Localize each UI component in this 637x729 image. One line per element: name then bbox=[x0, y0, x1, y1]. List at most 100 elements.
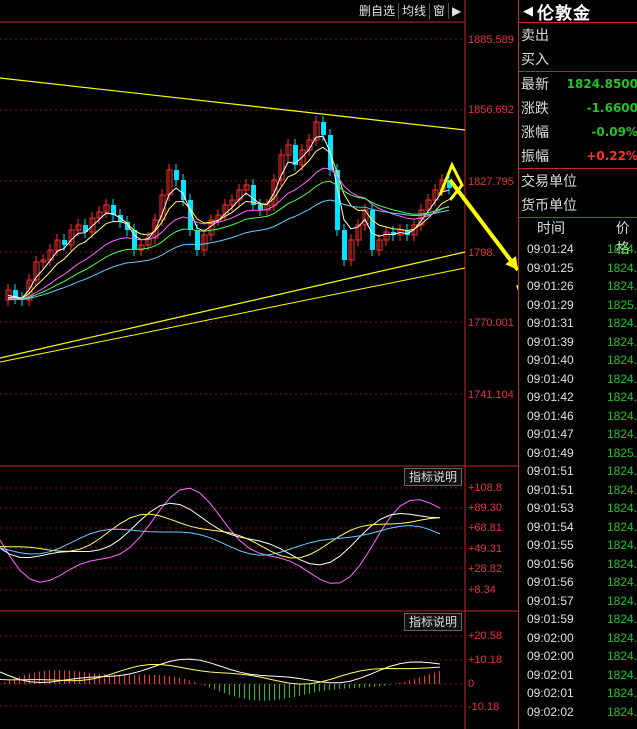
oscillator-axis-label: +89.30 bbox=[468, 502, 502, 514]
macd-bar bbox=[429, 674, 430, 684]
macd-bar bbox=[399, 682, 400, 684]
instrument-title: 伦敦金 bbox=[537, 3, 591, 24]
back-icon[interactable]: ◀ bbox=[519, 3, 537, 19]
macd-bar bbox=[74, 671, 75, 684]
currency-unit-label: 货币单位 bbox=[521, 198, 577, 214]
tick-row: 09:01:57 1824. bbox=[519, 592, 637, 611]
macd-bar bbox=[19, 676, 20, 684]
stat-label: 最新 bbox=[521, 77, 549, 93]
tick-price: 1824. bbox=[607, 686, 637, 701]
stat-label: 涨幅 bbox=[521, 125, 549, 141]
stat-value: +0.22% bbox=[586, 149, 637, 163]
macd-axis-label: 0 bbox=[468, 678, 475, 690]
tick-time: 09:01:40 bbox=[527, 371, 574, 386]
macd-bar bbox=[364, 684, 365, 688]
tick-row: 09:01:55 1824. bbox=[519, 536, 637, 555]
macd-bar bbox=[154, 674, 155, 684]
tick-row: 09:02:01 1824. bbox=[519, 666, 637, 685]
tick-time: 09:01:26 bbox=[527, 279, 574, 294]
macd-bar bbox=[179, 677, 180, 684]
macd-bar bbox=[249, 684, 250, 700]
macd-bar bbox=[379, 684, 380, 687]
macd-bar bbox=[279, 684, 280, 700]
macd-bar bbox=[204, 684, 205, 686]
tick-price: 1824. bbox=[607, 408, 637, 423]
buy-label: 买入 bbox=[521, 52, 549, 68]
stat-label: 涨跌 bbox=[521, 101, 549, 117]
macd-bar bbox=[99, 673, 100, 684]
delete-watchlist-button[interactable]: 删自选 bbox=[356, 3, 400, 19]
macd-bar bbox=[439, 671, 440, 684]
kdj-line-k bbox=[0, 502, 441, 566]
macd-bar bbox=[234, 684, 235, 697]
tick-row: 09:02:00 1824. bbox=[519, 647, 637, 666]
macd-bar bbox=[349, 684, 350, 689]
tick-time: 09:01:51 bbox=[527, 464, 574, 479]
macd-bar bbox=[319, 684, 320, 692]
tick-price: 1824. bbox=[607, 630, 637, 645]
tick-row: 09:01:29 1825. bbox=[519, 296, 637, 315]
tick-time: 09:01:56 bbox=[527, 556, 574, 571]
window-button[interactable]: 窗 bbox=[430, 3, 450, 19]
macd-bar bbox=[89, 672, 90, 684]
macd-bar bbox=[109, 674, 110, 684]
macd-bar bbox=[149, 674, 150, 684]
tick-price: 1824. bbox=[607, 556, 637, 571]
candle-body bbox=[195, 230, 200, 250]
price-axis-label: 1856.692 bbox=[468, 104, 514, 116]
candle-body bbox=[62, 240, 67, 245]
chart-toolbar: 删自选 均线 窗 ▶ bbox=[356, 2, 464, 20]
arrow-right-icon[interactable]: ▶ bbox=[449, 3, 464, 19]
macd-line-dif bbox=[0, 658, 441, 684]
quote-stats: 最新 1824.8500 涨跌 -1.6600 涨幅 -0.09% 振幅 +0.22% bbox=[519, 72, 637, 168]
tick-price: 1824. bbox=[607, 390, 637, 405]
trend-line-lower-2 bbox=[0, 267, 466, 363]
tick-row: 09:02:00 1824. bbox=[519, 629, 637, 648]
price-axis-label: 1827.795 bbox=[468, 176, 514, 188]
tick-row: 09:01:40 1824. bbox=[519, 351, 637, 370]
indicator-help-button-2[interactable]: 指标说明 bbox=[404, 613, 463, 631]
macd-bar bbox=[359, 684, 360, 688]
candle-body bbox=[174, 170, 179, 180]
tick-row: 09:01:53 1824. bbox=[519, 499, 637, 518]
macd-bar bbox=[344, 684, 345, 689]
sell-label: 卖出 bbox=[521, 28, 549, 44]
currency-unit-row: 货币单位 bbox=[519, 193, 637, 218]
macd-bar bbox=[339, 684, 340, 689]
kdj-line-j bbox=[0, 487, 441, 584]
oscillator-axis-label: +28.82 bbox=[468, 563, 502, 575]
trend-line-upper bbox=[0, 77, 466, 131]
tick-time: 09:01:25 bbox=[527, 260, 574, 275]
sell-row: 卖出 bbox=[519, 23, 637, 47]
tick-row: 09:01:26 1824. bbox=[519, 277, 637, 296]
macd-bar bbox=[209, 684, 210, 688]
moving-average-button[interactable]: 均线 bbox=[399, 3, 431, 19]
candle-body bbox=[342, 230, 347, 260]
tick-row: 09:01:49 1825. bbox=[519, 444, 637, 463]
tick-time: 09:01:56 bbox=[527, 575, 574, 590]
macd-bar bbox=[289, 684, 290, 698]
indicator-help-button[interactable]: 指标说明 bbox=[404, 468, 463, 486]
tick-time: 09:01:39 bbox=[527, 334, 574, 349]
macd-bar bbox=[4, 682, 5, 684]
tick-time: 09:01:47 bbox=[527, 427, 574, 442]
oscillator-axis-label: +49.31 bbox=[468, 543, 502, 555]
macd-bar bbox=[214, 684, 215, 690]
stat-value: -0.09% bbox=[591, 125, 637, 139]
tick-row: 09:01:51 1824. bbox=[519, 481, 637, 500]
macd-bar bbox=[9, 680, 10, 684]
tick-price: 1824. bbox=[607, 501, 637, 516]
macd-bar bbox=[374, 684, 375, 687]
macd-bar bbox=[384, 684, 385, 686]
kline-chart-area[interactable]: 删自选 均线 窗 ▶ 1885.589 1856.692 1827.795 17… bbox=[0, 0, 518, 729]
macd-bar bbox=[419, 677, 420, 684]
tick-price: 1825. bbox=[607, 445, 637, 460]
tick-row: 09:01:39 1824. bbox=[519, 333, 637, 352]
macd-bar bbox=[239, 684, 240, 698]
ticks-list[interactable]: 09:01:24 1824. 09:01:25 1824. 09:01:26 1824. 0… bbox=[519, 240, 637, 721]
tick-row: 09:01:46 1824. bbox=[519, 407, 637, 426]
stat-row: 涨幅 -0.09% bbox=[519, 120, 637, 144]
ticks-time-header: 时间 bbox=[537, 221, 565, 237]
macd-bar bbox=[329, 684, 330, 691]
macd-bar bbox=[409, 680, 410, 684]
